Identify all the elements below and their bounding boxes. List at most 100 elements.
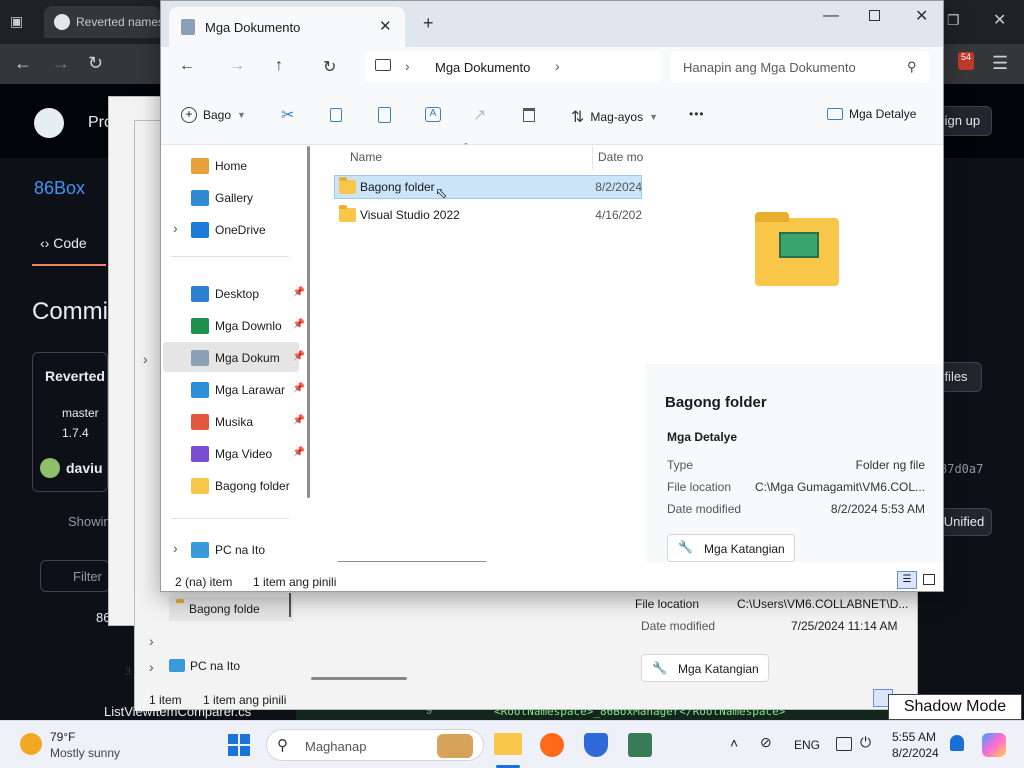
back-nav-scrollbar[interactable] — [289, 593, 291, 617]
date-column-header[interactable]: Date mo — [598, 150, 643, 164]
pin-icon[interactable]: 📌 — [293, 351, 305, 362]
nav-item[interactable]: OneDrive — [161, 215, 307, 245]
name-column-header[interactable]: Name — [350, 150, 382, 164]
explorer-tab[interactable]: Mga Dokumento ✕ — [169, 7, 405, 47]
notification-bell-icon[interactable] — [950, 735, 964, 751]
power-icon[interactable]: ⏻ — [860, 734, 871, 751]
breadcrumb[interactable]: › Mga Dokumento › — [365, 51, 661, 83]
share-icon[interactable]: ↗ — [473, 105, 486, 125]
firefox-icon[interactable] — [540, 733, 564, 757]
pin-icon[interactable]: 📌 — [293, 319, 305, 330]
weather-desc[interactable]: Mostly sunny — [50, 746, 120, 760]
minimize-icon[interactable]: — — [823, 7, 839, 25]
app-icon[interactable] — [628, 733, 652, 757]
nav-item[interactable]: Desktop 📌 — [161, 279, 307, 309]
tab-close-icon[interactable]: ✕ — [379, 17, 392, 35]
chevron-right-icon[interactable]: › — [149, 633, 154, 649]
wrench-icon: 🔧 — [678, 540, 693, 554]
network-icon[interactable]: ⊘ — [760, 734, 772, 751]
tab-actions-icon[interactable]: ▣ — [10, 13, 23, 30]
showing-text: Showin — [68, 514, 111, 529]
details-view-icon[interactable]: ☰ — [897, 571, 917, 589]
chevron-right-icon[interactable]: › — [149, 659, 154, 675]
branch-name[interactable]: master — [62, 406, 99, 420]
back-hscrollbar[interactable] — [311, 677, 407, 680]
nav-item[interactable]: Home — [161, 151, 307, 181]
search-input[interactable]: Hanapin ang Mga Dokumento ⚲ — [671, 51, 929, 83]
file-row[interactable]: Visual Studio 2022 4/16/202 — [334, 203, 642, 227]
pin-icon[interactable]: 📌 — [293, 383, 305, 394]
browser-menu-icon[interactable]: ☰ — [992, 53, 1008, 74]
weather-icon[interactable] — [20, 733, 42, 755]
avatar[interactable] — [40, 458, 60, 478]
paste-icon[interactable] — [378, 107, 391, 123]
extension-badge[interactable]: 54 — [958, 52, 974, 70]
breadcrumb-current[interactable]: Mga Dokumento — [435, 60, 530, 75]
weather-temp[interactable]: 79°F — [50, 730, 75, 744]
details-pane-button[interactable]: Mga Detalye — [827, 107, 916, 121]
new-tab-icon[interactable]: + — [423, 13, 434, 34]
nav-item[interactable]: Mga Larawar 📌 — [161, 375, 307, 405]
back-arrow-icon[interactable]: ← — [179, 57, 195, 75]
cut-icon[interactable]: ✂ — [281, 105, 294, 125]
commit-author[interactable]: daviu — [66, 460, 103, 476]
copy-icon[interactable] — [330, 108, 342, 122]
details-value: C:\Mga Gumagamit\VM6.COL... — [754, 480, 925, 494]
back-pc-label[interactable]: PC na Ito — [190, 659, 240, 673]
unified-toggle[interactable]: Unified — [936, 508, 992, 536]
file-row[interactable]: Bagong folder 8/2/2024 — [334, 175, 642, 199]
nav-item[interactable]: Mga Dokum 📌 — [161, 343, 307, 373]
file-explorer-taskbar-icon[interactable] — [494, 733, 522, 755]
rename-icon[interactable]: A — [425, 107, 441, 122]
tag-name[interactable]: 1.7.4 — [62, 426, 89, 440]
delete-icon[interactable] — [523, 108, 535, 122]
chevron-right-icon[interactable]: › — [555, 58, 560, 74]
tiles-view-icon[interactable] — [923, 574, 935, 585]
up-arrow-icon[interactable]: ↑ — [275, 57, 283, 75]
restore-icon[interactable]: ❐ — [947, 12, 960, 29]
nav-item[interactable]: Gallery — [161, 183, 307, 213]
security-shield-icon[interactable] — [584, 733, 608, 757]
forward-arrow-icon[interactable]: → — [229, 57, 245, 75]
reload-icon[interactable]: ↻ — [88, 53, 103, 74]
sort-button[interactable]: ⇅ Mag-ayos ▼ — [571, 107, 658, 127]
nav-item[interactable]: Mga Downlo 📌 — [161, 311, 307, 341]
github-logo-icon[interactable] — [34, 108, 64, 138]
nav-item[interactable]: Bagong folder — [161, 471, 307, 501]
pin-icon[interactable]: 📌 — [293, 287, 305, 298]
back-properties-button[interactable]: 🔧 Mga Katangian — [641, 654, 769, 682]
back-nav-pinned[interactable]: Bagong folde — [169, 597, 293, 621]
close-icon[interactable]: ✕ — [915, 6, 928, 26]
show-hidden-icons-chevron[interactable]: ˄ — [730, 735, 738, 751]
nav-item[interactable]: Mga Video 📌 — [161, 439, 307, 469]
nav-item[interactable]: PC na Ito — [161, 535, 307, 565]
clock-time[interactable]: 5:55 AM — [892, 730, 936, 744]
pin-icon[interactable]: 📌 — [293, 447, 305, 458]
more-options-button[interactable]: ••• — [689, 107, 705, 121]
chevron-right-icon[interactable]: › — [143, 351, 148, 367]
code-tab[interactable]: ‹› Code — [40, 235, 87, 251]
start-button[interactable] — [228, 734, 250, 756]
new-button[interactable]: + Bago ▼ — [181, 107, 246, 123]
commit-hash[interactable]: 87d0a7 — [940, 462, 983, 476]
clock-date[interactable]: 8/2/2024 — [892, 746, 939, 760]
display-icon[interactable] — [836, 737, 852, 751]
maximize-icon[interactable] — [869, 10, 880, 21]
language-indicator[interactable]: ENG — [794, 738, 820, 752]
nav-scrollbar[interactable] — [307, 146, 310, 498]
taskbar-search[interactable]: ⚲ Maghanap — [266, 729, 484, 761]
browser-close-icon[interactable]: ✕ — [993, 10, 1006, 30]
nav-item[interactable]: Musika 📌 — [161, 407, 307, 437]
nav-item-icon — [191, 478, 209, 494]
status-item-count: 2 (na) item — [175, 575, 233, 589]
repo-name[interactable]: 86Box — [34, 178, 85, 199]
properties-button[interactable]: 🔧 Mga Katangian — [667, 534, 795, 562]
back-arrow-icon[interactable]: ← — [14, 53, 32, 74]
copilot-icon[interactable] — [982, 733, 1006, 757]
browser-tab[interactable]: Reverted names — [44, 6, 160, 38]
refresh-icon[interactable]: ↻ — [323, 57, 336, 77]
filter-input[interactable]: Filter — [40, 560, 110, 592]
pin-icon[interactable]: 📌 — [293, 415, 305, 426]
forward-arrow-icon[interactable]: → — [52, 53, 70, 74]
column-divider[interactable] — [592, 146, 593, 170]
